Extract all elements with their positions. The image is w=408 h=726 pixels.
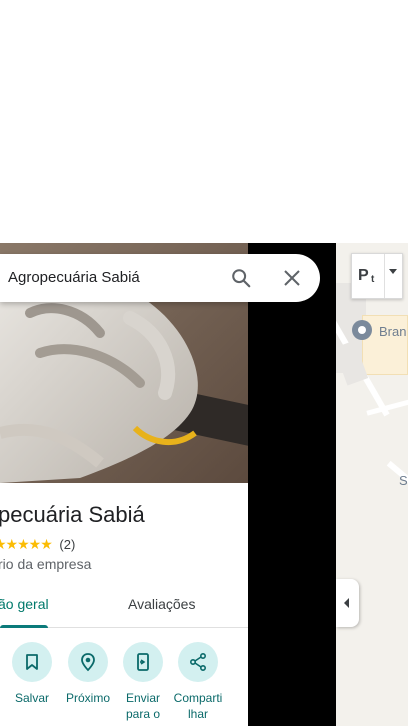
search-icon[interactable]: [230, 267, 252, 289]
bookmark-icon: [26, 654, 38, 670]
share-button-circle: [178, 642, 218, 682]
layer-glyph-sub: t: [371, 274, 375, 285]
send-to-phone-button[interactable]: Enviar para o: [115, 642, 171, 722]
layer-glyph: P: [358, 267, 369, 284]
chevron-down-icon[interactable]: [389, 269, 397, 274]
send-to-phone-icon: [137, 653, 149, 671]
nearby-button-circle: [68, 642, 108, 682]
tab-reviews[interactable]: Avaliações: [128, 596, 195, 612]
nearby-button[interactable]: Próximo: [60, 642, 116, 706]
share-icon: [189, 652, 207, 672]
search-input[interactable]: Agropecuária Sabiá: [8, 269, 140, 286]
close-icon[interactable]: [282, 268, 302, 288]
rating-stars: ★★★★★: [0, 536, 53, 552]
map-canvas[interactable]: [336, 243, 408, 726]
layer-switcher-button[interactable]: P t: [351, 253, 403, 299]
divider: [384, 254, 385, 298]
chevron-left-icon: [344, 598, 349, 608]
share-button-label: Comparti lhar: [173, 691, 223, 721]
active-tab-indicator: [0, 625, 48, 628]
black-strip: [248, 243, 336, 726]
place-category[interactable]: rio da empresa: [0, 556, 91, 572]
search-box[interactable]: Agropecuária Sabiá: [0, 254, 320, 302]
save-button-label: Salvar: [14, 691, 49, 705]
review-count[interactable]: (2): [59, 537, 75, 552]
map-pin-icon[interactable]: [350, 318, 374, 342]
maps-viewport: Bran S P t Agropecuária Sabiá pecuária S…: [0, 0, 408, 726]
nearby-button-label: Próximo: [65, 691, 110, 705]
save-button[interactable]: Salvar: [4, 642, 60, 706]
save-button-circle: [12, 642, 52, 682]
collapse-panel-button[interactable]: [336, 579, 359, 627]
share-button[interactable]: Comparti lhar: [170, 642, 226, 722]
map-place-label[interactable]: Bran: [379, 324, 406, 339]
map-place-label[interactable]: S: [399, 473, 408, 488]
place-tabs: ão geral Avaliações: [0, 582, 248, 628]
send-to-phone-label: Enviar para o: [125, 691, 161, 721]
send-to-phone-circle: [123, 642, 163, 682]
nearby-icon: [81, 653, 95, 672]
tab-overview[interactable]: ão geral: [0, 596, 49, 612]
place-title: pecuária Sabiá: [0, 502, 145, 527]
rating-row[interactable]: ★★★★★ (2): [0, 536, 75, 553]
